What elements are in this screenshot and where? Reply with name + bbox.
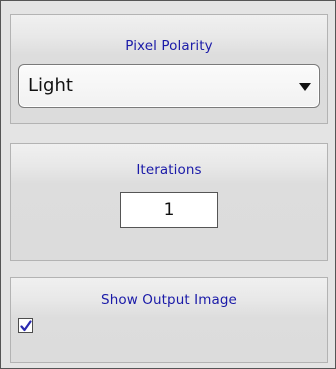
iterations-input[interactable]: 1	[120, 192, 218, 228]
pixel-polarity-dropdown[interactable]: Light	[18, 64, 320, 108]
chevron-down-icon	[299, 83, 311, 91]
pixel-polarity-value: Light	[28, 75, 73, 96]
pixel-polarity-group: Pixel Polarity Light	[10, 14, 328, 124]
show-output-checkbox[interactable]	[18, 318, 33, 333]
checkmark-icon	[20, 320, 32, 332]
iterations-label: Iterations	[136, 162, 202, 178]
settings-panel: Pixel Polarity Light Iterations 1 Show O…	[0, 0, 336, 369]
iterations-group: Iterations 1	[10, 143, 328, 261]
show-output-label: Show Output Image	[101, 292, 237, 308]
show-output-group: Show Output Image	[10, 277, 328, 363]
pixel-polarity-label: Pixel Polarity	[125, 38, 213, 54]
